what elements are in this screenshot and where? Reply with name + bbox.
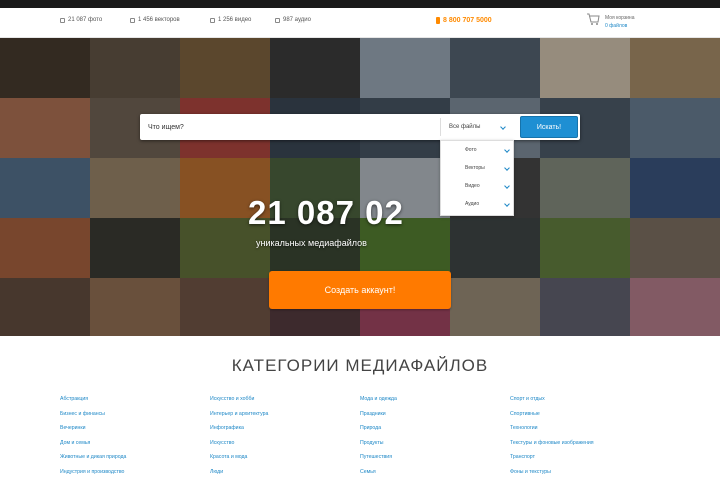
cart-icon[interactable]: [586, 12, 600, 26]
category-link[interactable]: Путешествия: [360, 454, 397, 460]
media-counter: 21 087 02: [248, 194, 404, 231]
image-icon: [130, 17, 135, 23]
check-icon: [504, 183, 510, 189]
chevron-down-icon: [500, 124, 506, 130]
stat-photos[interactable]: 21 087 фото: [60, 17, 102, 23]
category-link[interactable]: Мода и одежда: [360, 396, 397, 402]
category-link[interactable]: Животные и дикая природа: [60, 454, 126, 460]
categories-title: КАТЕГОРИИ МЕДИАФАЙЛОВ: [231, 356, 489, 375]
dropdown-item-photo[interactable]: Фото: [465, 147, 510, 153]
site-header: 21 087 фото 1 456 векторов 1 256 видео 9…: [0, 8, 720, 38]
category-link[interactable]: Текстуры и фоновые изображения: [510, 440, 594, 446]
category-link[interactable]: Праздники: [360, 411, 397, 417]
category-link[interactable]: Дом и семья: [60, 440, 126, 446]
category-link[interactable]: Фоны и текстуры: [510, 469, 594, 475]
search-input[interactable]: [140, 114, 438, 140]
music-icon: [210, 17, 215, 23]
category-link[interactable]: Технологии: [510, 425, 594, 431]
category-link[interactable]: Инфографика: [210, 425, 268, 431]
check-icon: [504, 165, 510, 171]
category-link[interactable]: Индустрия и производство: [60, 469, 126, 475]
category-link[interactable]: Люди: [210, 469, 268, 475]
category-link[interactable]: Транспорт: [510, 454, 594, 460]
category-link[interactable]: Спортивные: [510, 411, 594, 417]
create-account-button[interactable]: Создать аккаунт!: [269, 271, 451, 309]
category-link[interactable]: Вечеринки: [60, 425, 126, 431]
category-link[interactable]: Искусство: [210, 440, 268, 446]
category-link[interactable]: Абстракция: [60, 396, 126, 402]
check-icon: [504, 201, 510, 207]
file-type-select[interactable]: Все файлы: [440, 118, 512, 136]
cart-summary[interactable]: Моя корзина 0 файлов: [605, 14, 634, 30]
category-link[interactable]: Интерьер и архитектура: [210, 411, 268, 417]
phone-number[interactable]: 8 800 707 5000: [436, 17, 492, 24]
search-bar: Все файлы Искать!: [140, 114, 580, 140]
category-link[interactable]: Спорт и отдых: [510, 396, 594, 402]
photo-icon: [60, 17, 65, 23]
category-column-2: Искусство и хобби Интерьер и архитектура…: [210, 396, 268, 480]
category-link[interactable]: Семья: [360, 469, 397, 475]
category-link[interactable]: Бизнес и финансы: [60, 411, 126, 417]
search-button[interactable]: Искать!: [520, 116, 578, 138]
check-icon: [504, 147, 510, 153]
categories-section: КАТЕГОРИИ МЕДИАФАЙЛОВ Абстракция Бизнес …: [0, 336, 720, 480]
dropdown-item-vectors[interactable]: Векторы: [465, 165, 510, 171]
category-column-1: Абстракция Бизнес и финансы Вечеринки До…: [60, 396, 126, 480]
dropdown-item-video[interactable]: Видео: [465, 183, 510, 189]
hero-banner: Все файлы Искать! Фото Векторы Видео Ауд…: [0, 38, 720, 336]
category-link[interactable]: Красота и мода: [210, 454, 268, 460]
stat-audio[interactable]: 987 аудио: [275, 17, 311, 23]
category-link[interactable]: Искусство и хобби: [210, 396, 268, 402]
category-link[interactable]: Продукты: [360, 440, 397, 446]
stat-video[interactable]: 1 256 видео: [210, 17, 251, 23]
category-column-3: Мода и одежда Праздники Природа Продукты…: [360, 396, 397, 480]
file-icon: [275, 17, 280, 23]
category-column-4: Спорт и отдых Спортивные Технологии Текс…: [510, 396, 594, 480]
phone-icon: [436, 17, 440, 24]
top-dark-bar: [0, 0, 720, 8]
category-link[interactable]: Природа: [360, 425, 397, 431]
stat-vectors[interactable]: 1 456 векторов: [130, 17, 180, 23]
counter-subtitle: уникальных медиафайлов: [256, 238, 367, 248]
